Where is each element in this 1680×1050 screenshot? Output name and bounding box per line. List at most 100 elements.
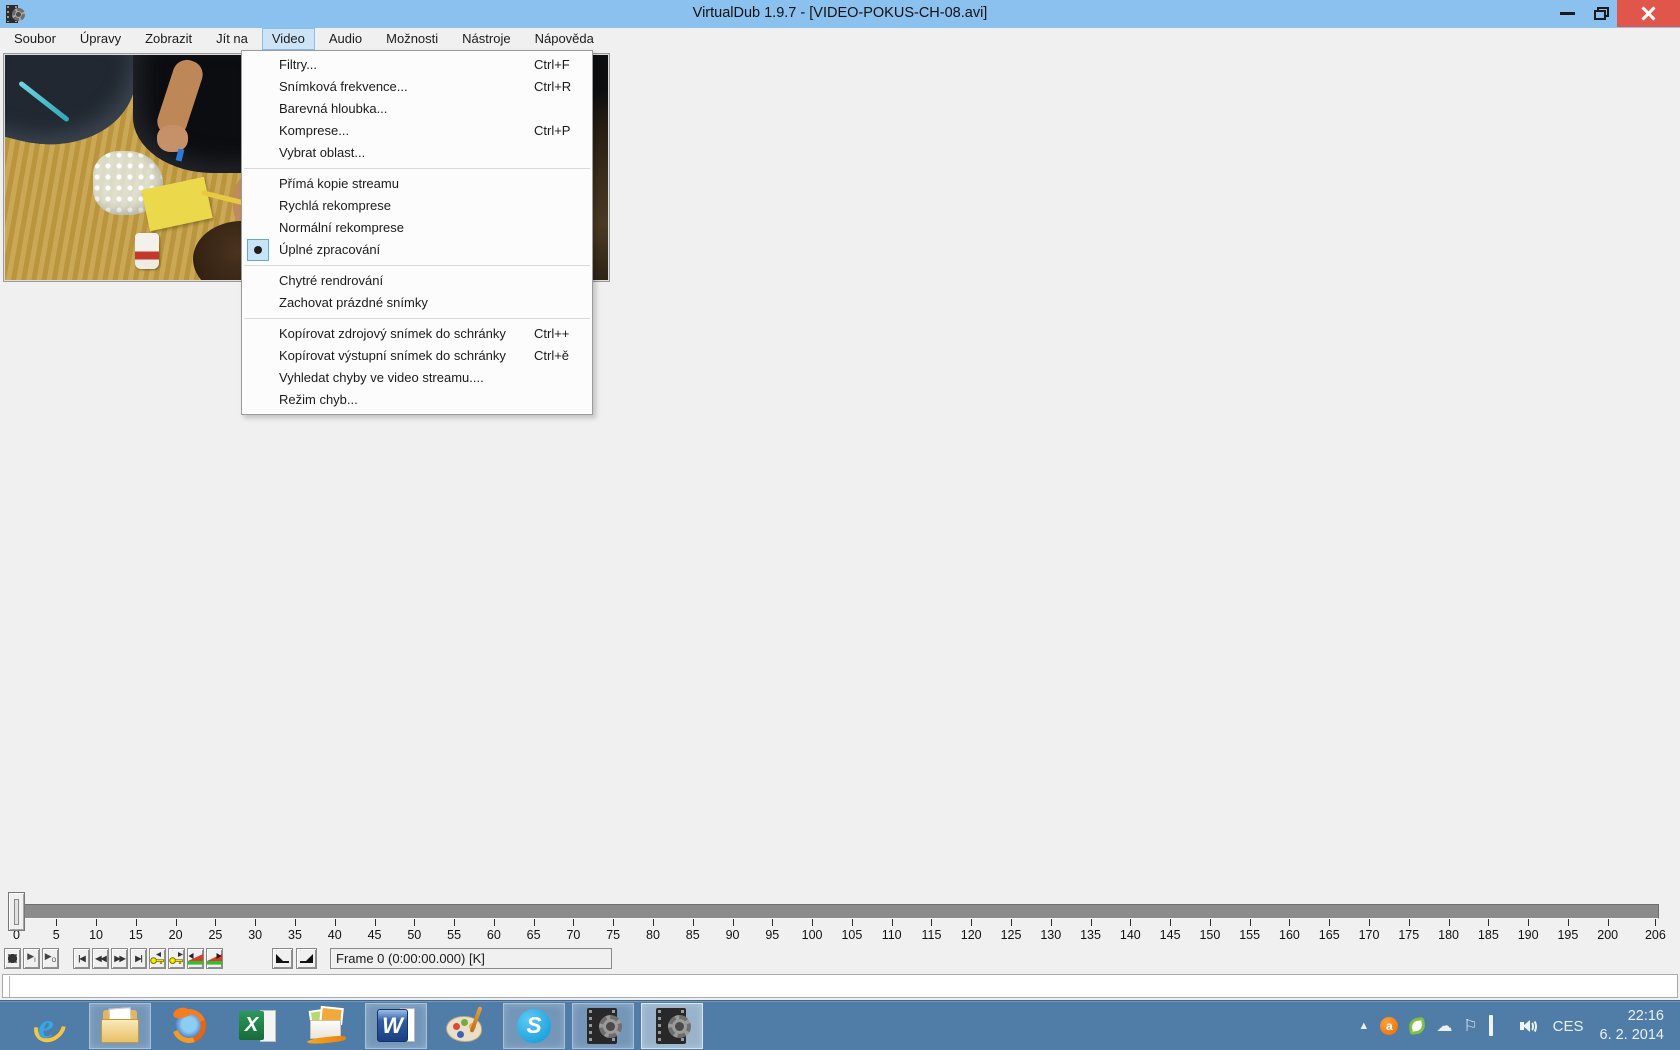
timeline-tick [1655, 919, 1657, 926]
avast-icon[interactable]: a [1380, 1017, 1399, 1035]
menubar-item-jit-na[interactable]: Jít na [206, 28, 258, 50]
paint-taskbar-button[interactable] [434, 1003, 496, 1049]
mark-out-button[interactable] [296, 948, 317, 969]
word-taskbar-button[interactable]: W [365, 1003, 427, 1049]
menubar-item-zobrazit[interactable]: Zobrazit [135, 28, 202, 50]
timeline-tick [1249, 919, 1251, 926]
timeline-tick [613, 919, 615, 926]
timeline-tick-label: 55 [447, 928, 462, 942]
menubar-item-upravy[interactable]: Úpravy [70, 28, 131, 50]
virtualdub-1-taskbar-button[interactable] [572, 1003, 634, 1049]
taskbar: e X W S ▲ a ☁ ⚐ CES 22:16 6. 2. 2014 [0, 1000, 1680, 1050]
menu-item-copy-source-frame[interactable]: Kopírovat zdrojový snímek do schránky Ctr… [242, 323, 592, 345]
radio-check-icon [247, 239, 269, 261]
timeline-tick-label: 195 [1557, 928, 1579, 942]
word-icon: W [377, 1009, 408, 1042]
menubar-item-nastroje[interactable]: Nástroje [452, 28, 520, 50]
excel-taskbar-button[interactable]: X [227, 1003, 289, 1049]
mark-in-button[interactable] [272, 948, 293, 969]
timeline-tick [374, 919, 376, 926]
internet-explorer-taskbar-button[interactable]: e [20, 1003, 82, 1049]
frame-status: Frame 0 (0:00:00.000) [K] [330, 948, 612, 969]
file-explorer-taskbar-button[interactable] [89, 1003, 151, 1049]
menubar-item-audio[interactable]: Audio [319, 28, 372, 50]
menu-item-normal-recompress[interactable]: Normální rekomprese [242, 217, 592, 239]
close-button[interactable] [1617, 0, 1680, 27]
timeline-tick [812, 919, 814, 926]
language-indicator[interactable]: CES [1553, 1018, 1584, 1035]
menubar-item-napoveda[interactable]: Nápověda [525, 28, 604, 50]
timeline-thumb[interactable] [8, 892, 25, 931]
menu-item-frame-rate[interactable]: Snímková frekvence... Ctrl+R [242, 76, 592, 98]
stop-button[interactable] [4, 948, 21, 969]
timeline-tick-label: 140 [1119, 928, 1141, 942]
timeline-tick-label: 95 [765, 928, 780, 942]
firefox-taskbar-button[interactable] [158, 1003, 220, 1049]
frame-back-button[interactable]: ◀◀ [92, 948, 109, 969]
frame-forward-button[interactable]: ▶▶ [111, 948, 128, 969]
menu-item-copy-output-frame[interactable]: Kopírovat výstupní snímek do schránky Ctr… [242, 345, 592, 367]
menu-item-label: Kopírovat výstupní snímek do schránky [279, 348, 506, 363]
timeline-tick-label: 135 [1080, 928, 1101, 942]
next-scene-button[interactable] [206, 948, 223, 969]
play-output-button[interactable]: ▶O [42, 948, 59, 969]
timeline-tick-label: 45 [367, 928, 382, 942]
menu-item-preserve-empty[interactable]: Zachovat prázdné snímky [242, 292, 592, 314]
timeline-tick [1369, 919, 1371, 926]
timeline-track[interactable] [8, 904, 1659, 919]
go-end-button[interactable]: ▶| [130, 948, 147, 969]
next-keyframe-button[interactable] [168, 948, 185, 969]
menu-item-color-depth[interactable]: Barevná hloubka... [242, 98, 592, 120]
menu-bar: Soubor Úpravy Zobrazit Jít na Video Audio Možn… [0, 28, 1680, 50]
menu-item-label: Zachovat prázdné snímky [279, 295, 428, 310]
timeline-tick [135, 919, 137, 926]
timeline-tick [334, 919, 336, 926]
menubar-item-video[interactable]: Video [261, 28, 315, 50]
menu-item-filters[interactable]: Filtry... Ctrl+F [242, 54, 592, 76]
menu-item-smart-rendering[interactable]: Chytré rendrování [242, 270, 592, 292]
timeline-tick [1289, 919, 1291, 926]
timeline-tick-label: 160 [1279, 928, 1300, 942]
menu-item-direct-stream-copy[interactable]: Přímá kopie streamu [242, 173, 592, 195]
menubar-item-soubor[interactable]: Soubor [4, 28, 66, 50]
mail-taskbar-button[interactable] [296, 1003, 358, 1049]
menu-item-compression[interactable]: Komprese... Ctrl+P [242, 120, 592, 142]
menu-item-error-mode[interactable]: Režim chyb... [242, 389, 592, 411]
minimize-icon [1559, 12, 1575, 15]
timeline-tick [732, 919, 734, 926]
play-input-button[interactable]: ▶I [23, 948, 40, 969]
tray-clock[interactable]: 22:16 6. 2. 2014 [1600, 1007, 1665, 1045]
virtualdub-2-taskbar-button[interactable] [641, 1003, 703, 1049]
menu-item-fast-recompress[interactable]: Rychlá rekomprese [242, 195, 592, 217]
volume-icon[interactable] [1519, 1018, 1537, 1034]
timeline-tick-label: 180 [1438, 928, 1459, 942]
menu-item-full-processing[interactable]: Úplné zpracování [242, 239, 592, 261]
menubar-item-moznosti[interactable]: Možnosti [376, 28, 448, 50]
menu-item-select-range[interactable]: Vybrat oblast... [242, 142, 592, 164]
go-start-button[interactable]: |◀ [73, 948, 90, 969]
prev-keyframe-button[interactable] [149, 948, 166, 969]
skype-taskbar-button[interactable]: S [503, 1003, 565, 1049]
action-center-flag-icon[interactable]: ⚐ [1463, 1016, 1477, 1036]
network-icon[interactable] [1488, 1015, 1509, 1036]
internet-explorer-icon: e [38, 1006, 54, 1046]
timeline-tick-label: 170 [1358, 928, 1380, 942]
tray-time: 22:16 [1627, 1008, 1664, 1025]
timeline-tick-label: 165 [1318, 928, 1340, 942]
timeline-tick [255, 919, 257, 926]
minimize-button[interactable] [1548, 0, 1586, 27]
timeline-tick-label: 65 [526, 928, 541, 942]
menu-item-scan-for-errors[interactable]: Vyhledat chyby ve video streamu.... [242, 367, 592, 389]
timeline-tick [215, 919, 217, 926]
firefox-icon [166, 1003, 212, 1049]
timeline-tick [1329, 919, 1331, 926]
green-shield-icon[interactable] [1408, 1016, 1427, 1036]
prev-scene-button[interactable] [187, 948, 204, 969]
timeline-tick [175, 919, 177, 926]
skydrive-cloud-icon[interactable]: ☁ [1436, 1016, 1452, 1036]
menu-item-label: Snímková frekvence... [279, 79, 408, 94]
timeline-tick [1170, 919, 1172, 926]
timeline-tick [96, 919, 98, 926]
restore-button[interactable] [1588, 0, 1618, 27]
show-hidden-icons-icon[interactable]: ▲ [1358, 1020, 1369, 1032]
